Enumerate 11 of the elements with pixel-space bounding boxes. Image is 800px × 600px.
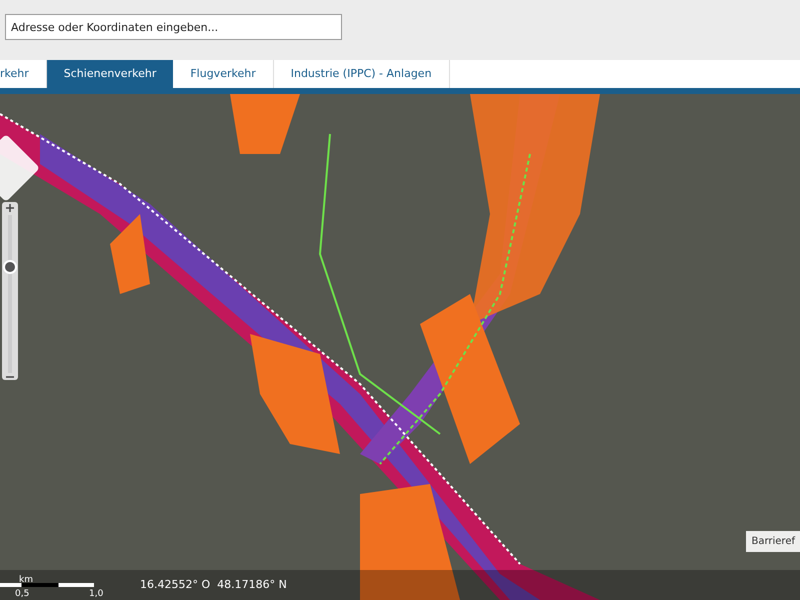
zoom-thumb[interactable] xyxy=(3,260,17,274)
scale-label: 1,0 xyxy=(89,588,104,600)
search-field[interactable]: Adresse oder Koordinaten eingeben... xyxy=(5,14,342,40)
tab[interactable]: Schienenverkehr xyxy=(46,60,174,88)
coordinates-text: 16.42552° O 48.17186° N xyxy=(140,576,287,593)
tab[interactable]: rkehr xyxy=(0,60,47,88)
zoom-slider[interactable] xyxy=(2,202,18,380)
scale-label: 0,5 xyxy=(15,588,30,600)
scale-unit: km xyxy=(19,574,33,587)
zoom-in-icon[interactable] xyxy=(6,204,14,212)
accessibility-label[interactable]: Barrieref xyxy=(746,531,800,552)
